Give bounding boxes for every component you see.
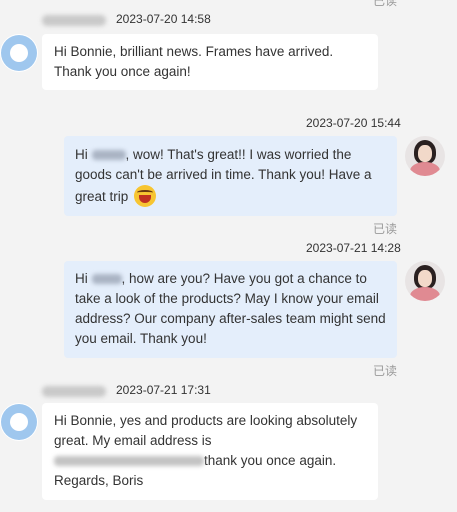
recipient-name-blurred xyxy=(91,274,122,285)
sender-name-blurred xyxy=(42,13,106,31)
message-bubble-outgoing[interactable]: Hi , how are you? Have you got a chance … xyxy=(64,261,397,358)
contact-avatar[interactable] xyxy=(0,34,38,72)
contact-avatar[interactable] xyxy=(0,403,38,441)
message-text-prefix: Hi xyxy=(75,147,92,162)
message-bubble-incoming[interactable]: Hi Bonnie, brilliant news. Frames have a… xyxy=(42,34,378,90)
message-timestamp: 2023-07-21 17:31 xyxy=(116,383,211,397)
message-text: thank you once again. xyxy=(204,453,337,468)
message-timestamp: 2023-07-21 14:28 xyxy=(306,241,401,255)
message-bubble-outgoing[interactable]: Hi , wow! That's great!! I was worried t… xyxy=(64,136,397,216)
user-avatar[interactable] xyxy=(405,136,445,176)
user-avatar[interactable] xyxy=(405,261,445,301)
laughing-emoji-icon xyxy=(134,185,157,207)
message-bubble-incoming[interactable]: Hi Bonnie, yes and products are looking … xyxy=(42,403,378,500)
message-timestamp: 2023-07-20 14:58 xyxy=(116,12,211,26)
message-text-line: thank you once again. xyxy=(54,451,366,471)
message-text: , how are you? Have you got a chance to … xyxy=(75,271,386,346)
email-address-blurred xyxy=(54,456,204,467)
message-text: Hi Bonnie, yes and products are looking … xyxy=(54,413,358,448)
sender-name-blurred xyxy=(42,384,106,402)
read-receipt: 已读 xyxy=(373,364,398,378)
message-text: Hi Bonnie, brilliant news. Frames have a… xyxy=(54,44,334,79)
message-timestamp: 2023-07-20 15:44 xyxy=(306,116,401,130)
message-text: Regards, Boris xyxy=(54,473,144,488)
read-receipt: 已读 xyxy=(373,222,398,236)
recipient-name-blurred xyxy=(91,150,126,161)
message-text-prefix: Hi xyxy=(75,271,92,286)
read-receipt-top: 已读 xyxy=(372,0,397,8)
